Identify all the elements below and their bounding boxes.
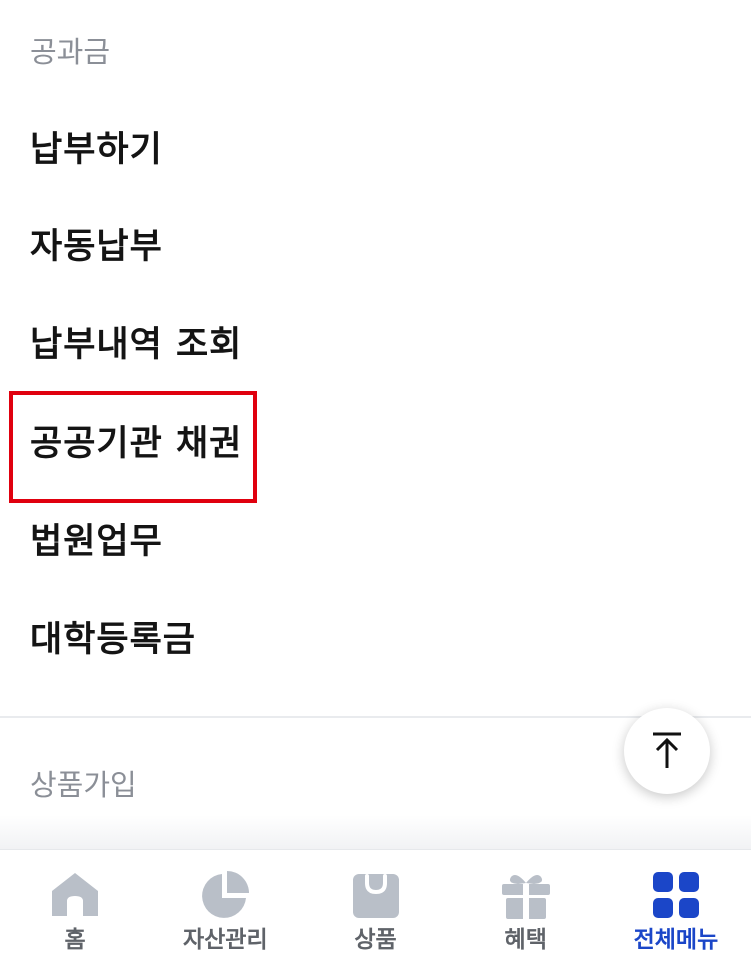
nav-label-home: 홈: [64, 927, 86, 953]
nav-label-all-menu: 전체메뉴: [633, 927, 719, 953]
arrow-up-icon: [653, 732, 681, 768]
shopping-bag-icon: [352, 874, 399, 918]
nav-item-products[interactable]: 상품: [300, 850, 450, 959]
home-icon: [52, 873, 99, 916]
section-label-products: 상품가입: [30, 768, 137, 802]
menu-item-auto-pay[interactable]: 자동납부: [30, 230, 163, 265]
pie-chart-icon: [202, 871, 250, 918]
nav-shadow: [0, 815, 751, 849]
nav-label-products: 상품: [354, 927, 397, 953]
nav-item-benefits[interactable]: 혜택: [451, 850, 601, 959]
nav-label-assets: 자산관리: [182, 927, 268, 953]
scroll-to-top-button[interactable]: [624, 708, 710, 794]
section-label-utility: 공과금: [30, 35, 111, 69]
menu-item-pay[interactable]: 납부하기: [30, 133, 163, 168]
nav-item-assets[interactable]: 자산관리: [150, 850, 300, 959]
nav-label-benefits: 혜택: [504, 927, 547, 953]
menu-item-payment-history[interactable]: 납부내역 조회: [30, 328, 242, 363]
menu-item-court-affairs[interactable]: 법원업무: [30, 525, 163, 560]
nav-item-home[interactable]: 홈: [0, 850, 150, 959]
nav-item-all-menu[interactable]: 전체메뉴: [601, 850, 751, 959]
bottom-navigation: 홈 자산관리 상품 혜택 전체메뉴: [0, 849, 751, 959]
gift-icon: [501, 875, 550, 919]
grid-icon: [652, 872, 699, 918]
menu-item-tuition[interactable]: 대학등록금: [30, 623, 196, 658]
highlight-box: [9, 391, 257, 503]
